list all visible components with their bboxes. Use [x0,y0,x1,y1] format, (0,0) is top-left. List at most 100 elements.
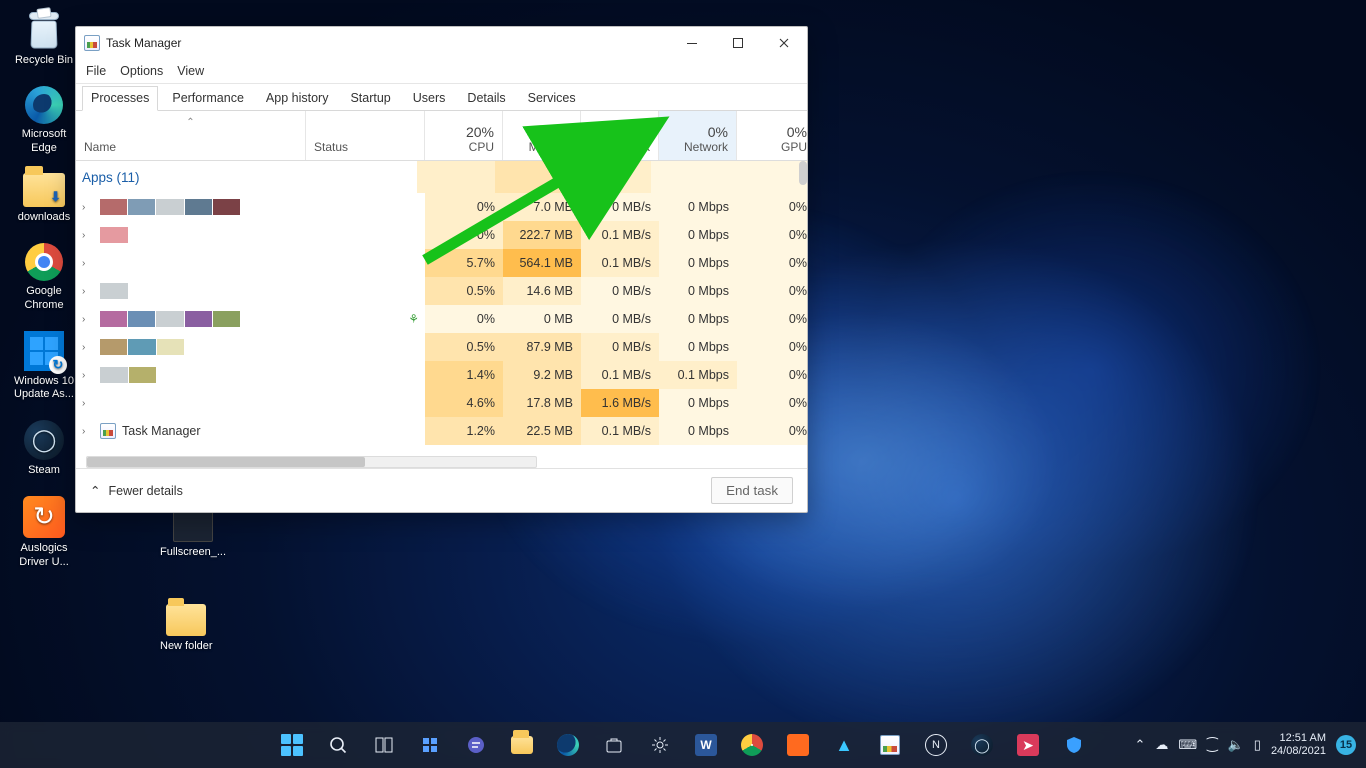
col-status[interactable]: Status [306,111,425,160]
start-button[interactable] [272,725,312,765]
wifi-icon[interactable]: ⁐ [1207,737,1217,753]
tab-services[interactable]: Services [520,87,584,110]
table-row[interactable]: ›0%7.0 MB0 MB/s0 Mbps0% [76,193,807,221]
horizontal-scrollbar[interactable] [86,456,537,468]
taskbar-clock[interactable]: 12:51 AM 24/08/2021 [1271,732,1326,758]
onedrive-icon[interactable]: ☁ [1155,737,1168,753]
expand-chevron-icon[interactable]: › [82,398,94,409]
fewer-details-label: Fewer details [108,484,182,498]
tab-processes[interactable]: Processes [82,86,158,111]
vertical-scrollbar[interactable] [799,161,807,185]
desktop-icon-fullscreen-shortcut[interactable]: Fullscreen_... [160,510,226,560]
task-manager-window[interactable]: Task Manager File Options View Processes [75,26,808,513]
col-disk-pct: 34% [622,124,650,140]
taskbar-chrome[interactable] [732,725,772,765]
volume-icon[interactable]: 🔈 [1228,737,1244,753]
cell-gpu: 0% [737,389,807,417]
taskbar-steam[interactable]: ◯ [962,725,1002,765]
cell-gpu: 0% [737,249,807,277]
taskbar-security[interactable] [1054,725,1094,765]
col-disk[interactable]: 34% Disk [581,111,659,160]
col-memory[interactable]: 88% Memory [503,111,581,160]
desktop-icon-win-update-assistant[interactable]: Windows 10 Update As... [6,331,82,403]
taskbar-explorer[interactable] [502,725,542,765]
col-name[interactable]: ⌃ Name [76,111,306,160]
table-row[interactable]: ›Task Manager1.2%22.5 MB0.1 MB/s0 Mbps0% [76,417,807,445]
cell-disk: 0 MB/s [581,305,659,333]
end-task-button[interactable]: End task [711,477,793,504]
expand-chevron-icon[interactable]: › [82,202,94,213]
cell-cpu: 0.5% [425,333,503,361]
menu-options[interactable]: Options [120,64,163,78]
col-cpu[interactable]: 20% CPU [425,111,503,160]
titlebar[interactable]: Task Manager [76,27,807,59]
tab-app-history[interactable]: App history [258,87,337,110]
folder-icon [166,604,206,636]
expand-chevron-icon[interactable]: › [82,314,94,325]
desktop-icon-steam[interactable]: ◯ Steam [6,420,82,478]
menubar: File Options View [76,59,807,84]
task-view-icon [374,735,394,755]
taskbar[interactable]: W ▲ N ◯ ➤ ⌃ ☁ ⌨ ⁐ 🔈 ▯ 12:51 AM 24/08/202… [0,722,1366,768]
desktop-icon-auslogics[interactable]: ↻ Auslogics Driver U... [6,496,82,570]
expand-chevron-icon[interactable]: › [82,342,94,353]
taskbar-app-orange[interactable] [778,725,818,765]
taskbar-edge[interactable] [548,725,588,765]
notification-badge[interactable]: 15 [1336,735,1356,755]
menu-view[interactable]: View [177,64,204,78]
process-grid[interactable]: Apps (11) ›0%7.0 MB0 MB/s0 Mbps0%›0%222.… [76,161,807,468]
keyboard-icon[interactable]: ⌨ [1178,737,1197,753]
expand-chevron-icon[interactable]: › [82,230,94,241]
tab-users[interactable]: Users [405,87,454,110]
table-row[interactable]: ›⚘0%0 MB0 MB/s0 Mbps0% [76,305,807,333]
close-button[interactable] [761,27,807,59]
maximize-button[interactable] [715,27,761,59]
expand-chevron-icon[interactable]: › [82,370,94,381]
desktop-icon-recycle-bin[interactable]: Recycle Bin [6,8,82,68]
taskbar-widgets[interactable] [410,725,450,765]
cell-cpu: 5.7% [425,249,503,277]
col-gpu[interactable]: 0% GPU [737,111,815,160]
expand-chevron-icon[interactable]: › [82,258,94,269]
table-row[interactable]: ›5.7%564.1 MB0.1 MB/s0 Mbps0% [76,249,807,277]
tray-overflow[interactable]: ⌃ [1134,737,1145,753]
table-row[interactable]: ›4.6%17.8 MB1.6 MB/s0 Mbps0% [76,389,807,417]
taskbar-task-view[interactable] [364,725,404,765]
menu-file[interactable]: File [86,64,106,78]
desktop-icon-downloads[interactable]: downloads [6,173,82,225]
taskbar-app-flame[interactable]: ▲ [824,725,864,765]
expand-chevron-icon[interactable]: › [82,286,94,297]
tab-performance[interactable]: Performance [164,87,252,110]
minimize-button[interactable] [669,27,715,59]
taskbar-search[interactable] [318,725,358,765]
battery-icon[interactable]: ▯ [1254,737,1261,753]
taskbar-word[interactable]: W [686,725,726,765]
table-row[interactable]: ›0%222.7 MB0.1 MB/s0 Mbps0% [76,221,807,249]
col-network[interactable]: 0% Network [659,111,737,160]
taskbar-app-arrow[interactable]: ➤ [1008,725,1048,765]
desktop-icon-chrome[interactable]: Google Chrome [6,243,82,313]
desktop-icon-new-folder[interactable]: New folder [160,604,213,654]
fewer-details-toggle[interactable]: ⌃ Fewer details [90,483,183,498]
tab-details[interactable]: Details [459,87,513,110]
redacted-name [100,227,128,243]
table-row[interactable]: ›0.5%14.6 MB0 MB/s0 Mbps0% [76,277,807,305]
cell-memory: 87.9 MB [503,333,581,361]
taskbar-store[interactable] [594,725,634,765]
desktop-icon-edge[interactable]: Microsoft Edge [6,86,82,156]
tab-startup[interactable]: Startup [342,87,398,110]
table-row[interactable]: ›0.5%87.9 MB0 MB/s0 Mbps0% [76,333,807,361]
taskbar-app-n[interactable]: N [916,725,956,765]
cell-cpu: 0% [425,193,503,221]
table-row[interactable]: ›1.4%9.2 MB0.1 MB/s0.1 Mbps0% [76,361,807,389]
taskbar-taskmanager[interactable] [870,725,910,765]
taskbar-settings[interactable] [640,725,680,765]
col-name-label: Name [84,140,116,154]
taskbar-teams[interactable] [456,725,496,765]
desktop[interactable]: Recycle Bin Microsoft Edge downloads Goo… [0,0,1366,768]
scrollbar-thumb[interactable] [87,457,365,467]
expand-chevron-icon[interactable]: › [82,426,94,437]
cell-disk: 0.1 MB/s [581,221,659,249]
redacted-name [100,199,240,215]
group-header-apps[interactable]: Apps (11) [76,161,807,193]
